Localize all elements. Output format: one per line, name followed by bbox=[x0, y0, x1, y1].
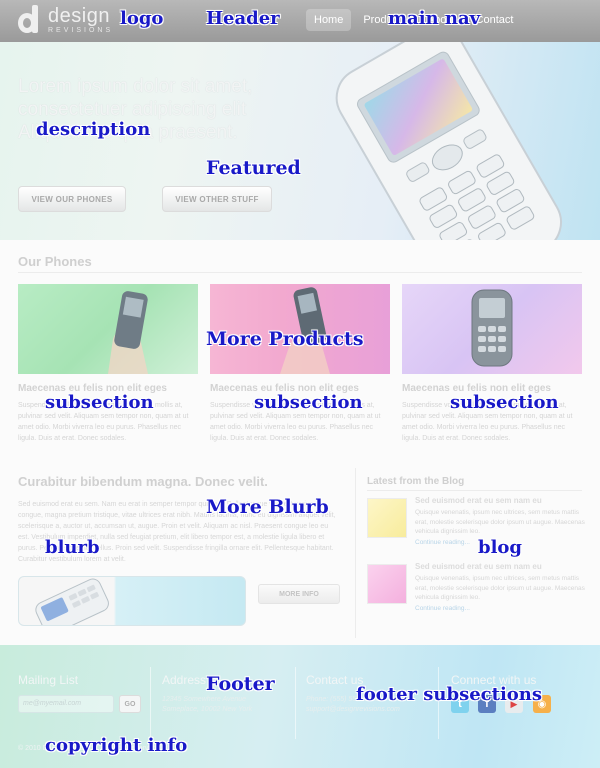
contact-email-link[interactable]: support@designrevisions.com bbox=[306, 705, 400, 715]
blurb-promo-box bbox=[18, 576, 246, 626]
blog-post: Sed euismod erat eu sem nam eu Quisque v… bbox=[367, 562, 587, 622]
continue-reading-link[interactable]: Continue reading... bbox=[415, 539, 470, 546]
header: design REVISIONS Home Products About Con… bbox=[0, 0, 600, 42]
featured-phone-image bbox=[335, 42, 562, 240]
address-title: Address bbox=[162, 673, 207, 687]
annotation-label: More Products bbox=[206, 328, 364, 350]
contact-title: Contact us bbox=[306, 673, 364, 687]
annotation-label: subsection bbox=[450, 392, 559, 413]
annotation-label: blog bbox=[478, 537, 523, 558]
featured-banner: Lorem ipsum dolor sit amet, consectetuer… bbox=[0, 42, 600, 240]
logo-subtitle: REVISIONS bbox=[48, 27, 114, 34]
address-line: 12345 Somewhere Avenue bbox=[162, 696, 247, 703]
annotation-label: More Blurb bbox=[206, 496, 329, 518]
annotation-label: footer subsections bbox=[356, 684, 543, 705]
annotation-label: blurb bbox=[45, 537, 100, 558]
blurb-phone-image bbox=[35, 578, 109, 625]
logo-mark-icon bbox=[18, 5, 44, 35]
annotation-label: subsection bbox=[45, 392, 154, 413]
products-title: Our Phones bbox=[18, 254, 92, 269]
nav-item-home[interactable]: Home bbox=[306, 9, 352, 31]
annotation-label: Footer bbox=[206, 673, 275, 695]
annotation-label: main nav bbox=[388, 8, 481, 29]
blog-thumbnail[interactable] bbox=[367, 564, 407, 604]
annotation-label: Featured bbox=[206, 157, 301, 179]
email-field[interactable]: me@myemail.com bbox=[18, 695, 114, 713]
blog-title: Latest from the Blog bbox=[367, 476, 465, 487]
blog-post-title[interactable]: Sed euismod erat eu sem nam eu bbox=[415, 562, 542, 571]
annotation-label: subsection bbox=[254, 392, 363, 413]
address-line: Someplace, 10002 New York bbox=[162, 706, 253, 713]
blurb-title: Curabitur bibendum magna. Donec velit. bbox=[18, 474, 268, 489]
annotation-label: description bbox=[36, 119, 151, 140]
continue-reading-link[interactable]: Continue reading... bbox=[415, 605, 470, 612]
blog-thumbnail[interactable] bbox=[367, 498, 407, 538]
blog-post-excerpt: Quisque venenatis, ipsum nec ultrices, s… bbox=[415, 509, 585, 535]
mailing-list-title: Mailing List bbox=[18, 673, 79, 687]
more-info-button[interactable]: MORE INFO bbox=[258, 584, 340, 604]
view-other-button[interactable]: VIEW OTHER STUFF bbox=[162, 186, 272, 212]
main-content: Our Phones Maecenas eu felis non elit eg… bbox=[0, 240, 600, 645]
annotation-label: copyright info bbox=[45, 735, 188, 756]
blog-post-excerpt: Quisque venenatis, ipsum nec ultrices, s… bbox=[415, 575, 585, 601]
go-button[interactable]: GO bbox=[119, 695, 141, 713]
product-image[interactable] bbox=[402, 284, 582, 374]
product-image[interactable] bbox=[18, 284, 198, 374]
logo[interactable]: design REVISIONS bbox=[18, 5, 113, 35]
blog-post: Sed euismod erat eu sem nam eu Quisque v… bbox=[367, 496, 587, 556]
annotation-label: Header bbox=[206, 8, 280, 29]
blog-post-title[interactable]: Sed euismod erat eu sem nam eu bbox=[415, 496, 542, 505]
logo-word: design bbox=[48, 5, 110, 27]
annotation-label: logo bbox=[120, 8, 164, 29]
view-phones-button[interactable]: VIEW OUR PHONES bbox=[18, 186, 126, 212]
